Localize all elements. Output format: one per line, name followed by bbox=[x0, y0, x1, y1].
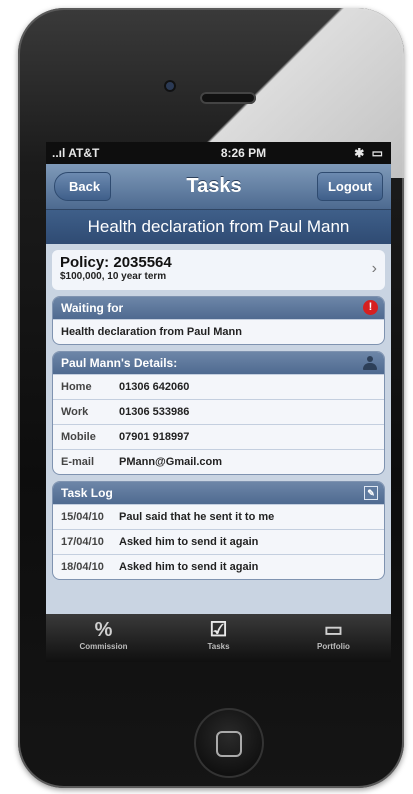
checklist-icon: ☑ bbox=[209, 619, 228, 641]
detail-label: E-mail bbox=[61, 456, 95, 468]
policy-term: $100,000, 10 year term bbox=[60, 271, 167, 282]
task-subheader: Health declaration from Paul Mann bbox=[46, 210, 391, 244]
detail-row-home[interactable]: Home 01306 642060 bbox=[53, 374, 384, 399]
tab-portfolio[interactable]: ▭ Portfolio bbox=[276, 614, 391, 662]
edit-icon[interactable]: ✎ bbox=[364, 486, 378, 500]
tab-label: Portfolio bbox=[317, 642, 350, 651]
detail-value: 01306 642060 bbox=[119, 381, 190, 393]
detail-row-mobile[interactable]: Mobile 07901 918997 bbox=[53, 424, 384, 449]
home-square-icon bbox=[216, 731, 242, 757]
screen: ..ıl AT&T 8:26 PM ✱ ▭ Back Tasks Logout … bbox=[46, 142, 391, 662]
tasklog-heading: Task Log bbox=[61, 486, 113, 500]
status-indicators: ✱ ▭ bbox=[354, 146, 385, 160]
nav-bar: Back Tasks Logout bbox=[46, 164, 391, 210]
detail-value: PMann@Gmail.com bbox=[119, 456, 223, 468]
status-bar: ..ıl AT&T 8:26 PM ✱ ▭ bbox=[46, 142, 391, 164]
tasklog-card: Task Log ✎ 15/04/10 Paul said that he se… bbox=[52, 481, 385, 580]
home-button[interactable] bbox=[194, 708, 264, 778]
waiting-header: Waiting for ! bbox=[53, 297, 384, 319]
speaker-icon bbox=[200, 92, 256, 104]
detail-label: Home bbox=[61, 381, 92, 393]
detail-label: Mobile bbox=[61, 431, 96, 443]
tasklog-text: Asked him to send it again bbox=[119, 561, 259, 573]
detail-value: 01306 533986 bbox=[119, 406, 190, 418]
waiting-card: Waiting for ! Health declaration from Pa… bbox=[52, 296, 385, 345]
percent-icon: % bbox=[94, 619, 113, 641]
detail-row-work[interactable]: Work 01306 533986 bbox=[53, 399, 384, 424]
tasklog-date: 17/04/10 bbox=[61, 536, 104, 548]
tasklog-row[interactable]: 18/04/10 Asked him to send it again bbox=[53, 554, 384, 579]
person-icon[interactable] bbox=[362, 356, 378, 370]
waiting-text: Health declaration from Paul Mann bbox=[53, 319, 384, 344]
folder-icon: ▭ bbox=[324, 619, 343, 641]
tasklog-text: Asked him to send it again bbox=[119, 536, 259, 548]
tasklog-header: Task Log ✎ bbox=[53, 482, 384, 504]
tab-tasks[interactable]: ☑ Tasks bbox=[161, 614, 276, 662]
status-time: 8:26 PM bbox=[220, 146, 267, 160]
alert-icon[interactable]: ! bbox=[363, 300, 378, 315]
detail-row-email[interactable]: E-mail PMann@Gmail.com bbox=[53, 449, 384, 474]
tasklog-row[interactable]: 15/04/10 Paul said that he sent it to me bbox=[53, 504, 384, 529]
tab-bar: % Commission ☑ Tasks ▭ Portfolio bbox=[46, 614, 391, 662]
logout-button[interactable]: Logout bbox=[316, 172, 383, 201]
details-card: Paul Mann's Details: Home 01306 642060 W… bbox=[52, 351, 385, 475]
tasklog-date: 15/04/10 bbox=[61, 511, 104, 523]
waiting-heading: Waiting for bbox=[61, 301, 124, 315]
tab-commission[interactable]: % Commission bbox=[46, 614, 161, 662]
details-header: Paul Mann's Details: bbox=[53, 352, 384, 374]
tab-label: Commission bbox=[79, 642, 128, 651]
policy-number: Policy: 2035564 bbox=[60, 254, 172, 271]
tasklog-text: Paul said that he sent it to me bbox=[119, 511, 275, 523]
back-button[interactable]: Back bbox=[54, 172, 112, 201]
carrier-label: ..ıl AT&T bbox=[52, 146, 100, 160]
page-title: Tasks bbox=[186, 175, 242, 197]
tasklog-row[interactable]: 17/04/10 Asked him to send it again bbox=[53, 529, 384, 554]
detail-label: Work bbox=[61, 406, 89, 418]
camera-icon bbox=[164, 80, 176, 92]
tab-label: Tasks bbox=[207, 642, 230, 651]
details-heading: Paul Mann's Details: bbox=[61, 356, 178, 370]
chevron-right-icon: › bbox=[371, 260, 377, 277]
policy-row[interactable]: Policy: 2035564 $100,000, 10 year term › bbox=[52, 250, 385, 290]
tasklog-date: 18/04/10 bbox=[61, 561, 104, 573]
detail-value: 07901 918997 bbox=[119, 431, 190, 443]
